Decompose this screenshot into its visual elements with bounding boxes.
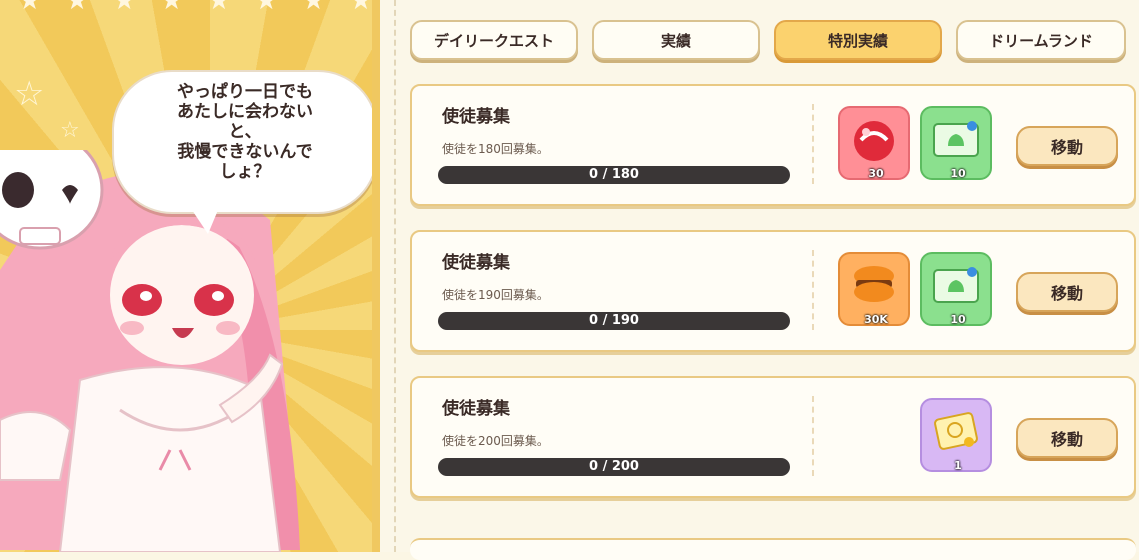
tab-dreamland[interactable]: ドリームランド (956, 20, 1126, 60)
tab-special-achievements[interactable]: 特別実績 (774, 20, 942, 60)
red-candy-icon (854, 121, 894, 161)
reward-count: 10 (950, 167, 966, 180)
star-icon: ★ (18, 0, 42, 16)
speech-text: やっぱり一日でも あたしに会わない と、 我慢できないんで しょ？ (177, 82, 313, 182)
green-ticket-icon (933, 267, 979, 303)
star-icon: ★ (112, 0, 136, 16)
gold-ticket-icon (934, 412, 978, 450)
progress-bar: 0 / 200 (438, 458, 790, 476)
quest-title: 使徒募集 (442, 399, 510, 419)
reward-slot[interactable]: 30 (838, 106, 910, 180)
move-button[interactable]: 移動 (1016, 418, 1118, 458)
macaron-icon (854, 266, 894, 302)
star-decoration-row: ★ ★ ★ ★ ★ ★ ★ ★ (0, 0, 372, 14)
reward-separator (812, 104, 814, 184)
progress-text: 0 / 180 (589, 167, 639, 182)
quest-card: 使徒募集 使徒を200回募集。 0 / 200 1 移動 (410, 376, 1136, 498)
next-quest-card-peek (410, 538, 1136, 560)
quest-title: 使徒募集 (442, 253, 510, 273)
star-icon: ★ (207, 0, 231, 16)
star-icon: ☆ (60, 118, 80, 143)
star-icon: ★ (159, 0, 184, 16)
progress-bar: 0 / 180 (438, 166, 790, 184)
reward-count: 30K (864, 313, 888, 326)
progress-text: 0 / 200 (589, 459, 639, 474)
reward-count: 1 (954, 459, 962, 472)
star-icon: ★ (254, 0, 278, 16)
green-ticket-icon (933, 121, 979, 157)
star-icon: ☆ (14, 74, 45, 114)
reward-separator (812, 396, 814, 476)
reward-count: 10 (950, 313, 966, 326)
quest-description: 使徒を180回募集。 (442, 142, 549, 156)
reward-slot[interactable]: 1 (920, 398, 992, 472)
quest-description: 使徒を190回募集。 (442, 288, 549, 302)
star-icon: ★ (301, 0, 326, 16)
reward-slot[interactable]: 30K (838, 252, 910, 326)
quest-title: 使徒募集 (442, 107, 510, 127)
tab-bar: デイリークエスト 実績 特別実績 ドリームランド (410, 20, 1126, 60)
dashed-divider (394, 0, 396, 552)
tab-daily-quest[interactable]: デイリークエスト (410, 20, 578, 60)
progress-bar: 0 / 190 (438, 312, 790, 330)
character-panel: ★ ★ ★ ★ ★ ★ ★ ★ ☆ ☆ やっぱり一日でも あたしに会わない と、… (0, 0, 372, 552)
reward-slot[interactable]: 10 (920, 252, 992, 326)
move-button[interactable]: 移動 (1016, 126, 1118, 166)
star-icon: ★ (65, 0, 89, 16)
reward-count: 30 (868, 167, 884, 180)
quest-card: 使徒募集 使徒を180回募集。 0 / 180 30 10 移動 (410, 84, 1136, 206)
speech-bubble: やっぱり一日でも あたしに会わない と、 我慢できないんで しょ？ (112, 70, 372, 234)
reward-separator (812, 250, 814, 330)
progress-text: 0 / 190 (589, 313, 639, 328)
quest-card: 使徒募集 使徒を190回募集。 0 / 190 30K 10 移動 (410, 230, 1136, 352)
star-icon: ★ (349, 0, 372, 16)
quest-description: 使徒を200回募集。 (442, 434, 549, 448)
reward-slot[interactable]: 10 (920, 106, 992, 180)
panel-divider (372, 0, 380, 552)
tab-achievements[interactable]: 実績 (592, 20, 760, 60)
move-button[interactable]: 移動 (1016, 272, 1118, 312)
